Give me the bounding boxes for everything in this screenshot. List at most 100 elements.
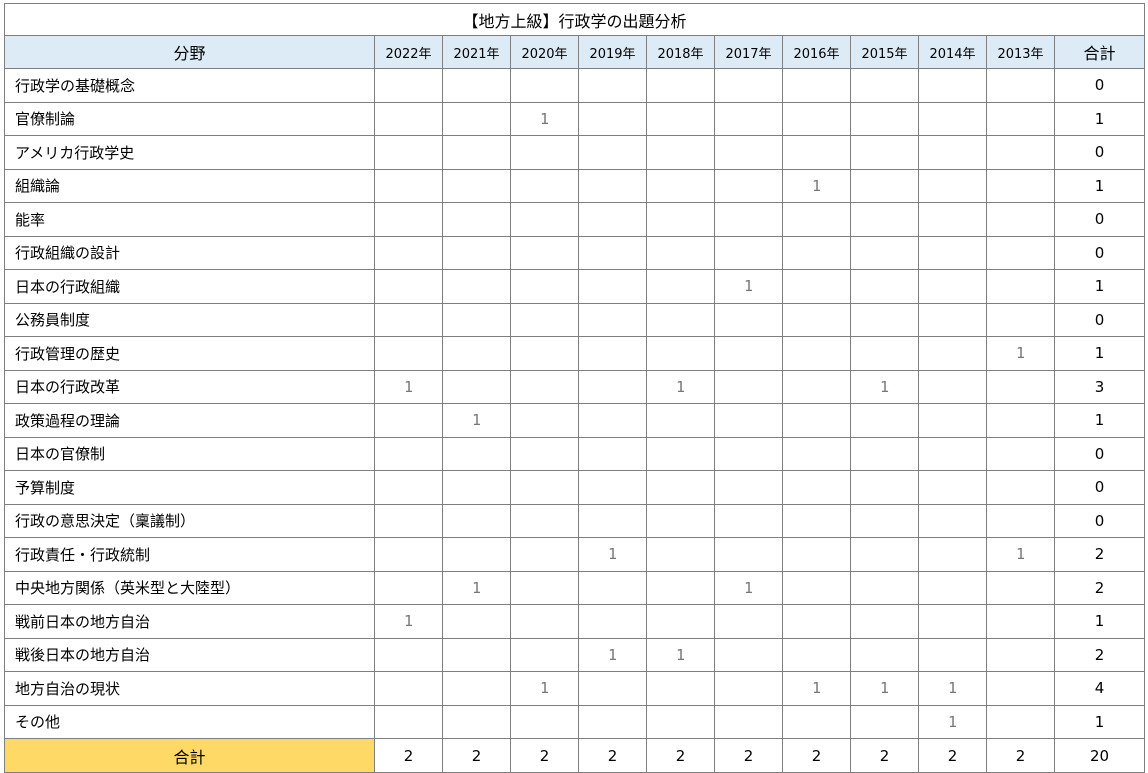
count-cell[interactable]: 1 bbox=[578, 537, 647, 572]
count-cell[interactable]: 1 bbox=[986, 537, 1055, 572]
count-cell[interactable] bbox=[510, 235, 579, 270]
row-total-cell[interactable]: 1 bbox=[1053, 101, 1146, 136]
count-cell[interactable] bbox=[578, 168, 647, 203]
count-cell[interactable] bbox=[918, 135, 987, 170]
count-cell[interactable] bbox=[374, 269, 443, 304]
count-cell[interactable] bbox=[578, 671, 647, 706]
count-cell[interactable] bbox=[850, 269, 919, 304]
count-cell[interactable] bbox=[850, 637, 919, 672]
row-total-cell[interactable]: 0 bbox=[1053, 135, 1146, 170]
count-cell[interactable] bbox=[646, 168, 715, 203]
footer-year-total[interactable]: 2 bbox=[714, 738, 783, 773]
count-cell[interactable] bbox=[986, 704, 1055, 739]
count-cell[interactable] bbox=[714, 336, 783, 371]
count-cell[interactable] bbox=[850, 704, 919, 739]
count-cell[interactable] bbox=[442, 101, 511, 136]
count-cell[interactable]: 1 bbox=[646, 637, 715, 672]
row-total-cell[interactable]: 2 bbox=[1053, 570, 1146, 605]
count-cell[interactable] bbox=[986, 637, 1055, 672]
count-cell[interactable] bbox=[578, 101, 647, 136]
field-cell[interactable]: 予算制度 bbox=[4, 470, 375, 505]
count-cell[interactable] bbox=[850, 570, 919, 605]
field-cell[interactable]: 中央地方関係（英米型と大陸型） bbox=[4, 570, 375, 605]
count-cell[interactable] bbox=[714, 135, 783, 170]
count-cell[interactable] bbox=[442, 369, 511, 404]
count-cell[interactable] bbox=[714, 604, 783, 639]
count-cell[interactable] bbox=[442, 537, 511, 572]
count-cell[interactable] bbox=[986, 436, 1055, 471]
count-cell[interactable] bbox=[850, 202, 919, 237]
footer-year-total[interactable]: 2 bbox=[510, 738, 579, 773]
count-cell[interactable] bbox=[986, 470, 1055, 505]
header-total[interactable]: 合計 bbox=[1053, 35, 1146, 69]
count-cell[interactable] bbox=[850, 503, 919, 538]
footer-year-total[interactable]: 2 bbox=[918, 738, 987, 773]
count-cell[interactable] bbox=[986, 202, 1055, 237]
count-cell[interactable] bbox=[510, 470, 579, 505]
count-cell[interactable] bbox=[510, 403, 579, 438]
count-cell[interactable] bbox=[850, 168, 919, 203]
row-total-cell[interactable]: 1 bbox=[1053, 336, 1146, 371]
count-cell[interactable]: 1 bbox=[986, 336, 1055, 371]
header-year[interactable]: 2020年 bbox=[510, 35, 579, 69]
count-cell[interactable] bbox=[782, 135, 851, 170]
count-cell[interactable] bbox=[850, 470, 919, 505]
footer-year-total[interactable]: 2 bbox=[578, 738, 647, 773]
count-cell[interactable]: 1 bbox=[510, 671, 579, 706]
count-cell[interactable] bbox=[646, 470, 715, 505]
count-cell[interactable] bbox=[442, 704, 511, 739]
count-cell[interactable] bbox=[646, 537, 715, 572]
field-cell[interactable]: 戦前日本の地方自治 bbox=[4, 604, 375, 639]
count-cell[interactable] bbox=[782, 604, 851, 639]
count-cell[interactable]: 1 bbox=[850, 671, 919, 706]
count-cell[interactable] bbox=[850, 403, 919, 438]
count-cell[interactable] bbox=[510, 637, 579, 672]
row-total-cell[interactable]: 0 bbox=[1053, 503, 1146, 538]
count-cell[interactable] bbox=[374, 68, 443, 103]
count-cell[interactable] bbox=[578, 470, 647, 505]
count-cell[interactable] bbox=[782, 235, 851, 270]
count-cell[interactable] bbox=[578, 302, 647, 337]
count-cell[interactable] bbox=[374, 570, 443, 605]
count-cell[interactable] bbox=[782, 68, 851, 103]
count-cell[interactable] bbox=[646, 671, 715, 706]
count-cell[interactable] bbox=[918, 101, 987, 136]
row-total-cell[interactable]: 0 bbox=[1053, 302, 1146, 337]
header-year[interactable]: 2017年 bbox=[714, 35, 783, 69]
count-cell[interactable] bbox=[850, 101, 919, 136]
count-cell[interactable] bbox=[510, 336, 579, 371]
count-cell[interactable] bbox=[714, 68, 783, 103]
count-cell[interactable] bbox=[918, 269, 987, 304]
count-cell[interactable] bbox=[782, 704, 851, 739]
header-year[interactable]: 2013年 bbox=[986, 35, 1055, 69]
count-cell[interactable] bbox=[374, 671, 443, 706]
count-cell[interactable] bbox=[374, 101, 443, 136]
row-total-cell[interactable]: 1 bbox=[1053, 269, 1146, 304]
count-cell[interactable] bbox=[986, 503, 1055, 538]
count-cell[interactable] bbox=[646, 570, 715, 605]
field-cell[interactable]: 日本の行政改革 bbox=[4, 369, 375, 404]
count-cell[interactable] bbox=[986, 369, 1055, 404]
count-cell[interactable] bbox=[442, 135, 511, 170]
field-cell[interactable]: 公務員制度 bbox=[4, 302, 375, 337]
count-cell[interactable] bbox=[510, 503, 579, 538]
count-cell[interactable] bbox=[986, 68, 1055, 103]
field-cell[interactable]: 行政の意思決定（稟議制） bbox=[4, 503, 375, 538]
count-cell[interactable]: 1 bbox=[442, 403, 511, 438]
field-cell[interactable]: アメリカ行政学史 bbox=[4, 135, 375, 170]
field-cell[interactable]: 行政管理の歴史 bbox=[4, 336, 375, 371]
row-total-cell[interactable]: 4 bbox=[1053, 671, 1146, 706]
count-cell[interactable] bbox=[918, 68, 987, 103]
count-cell[interactable] bbox=[578, 336, 647, 371]
count-cell[interactable] bbox=[646, 235, 715, 270]
row-total-cell[interactable]: 2 bbox=[1053, 637, 1146, 672]
count-cell[interactable] bbox=[918, 503, 987, 538]
field-cell[interactable]: 政策過程の理論 bbox=[4, 403, 375, 438]
count-cell[interactable]: 1 bbox=[646, 369, 715, 404]
count-cell[interactable] bbox=[442, 302, 511, 337]
count-cell[interactable] bbox=[442, 503, 511, 538]
count-cell[interactable] bbox=[646, 202, 715, 237]
count-cell[interactable] bbox=[850, 336, 919, 371]
field-cell[interactable]: 官僚制論 bbox=[4, 101, 375, 136]
count-cell[interactable] bbox=[850, 436, 919, 471]
